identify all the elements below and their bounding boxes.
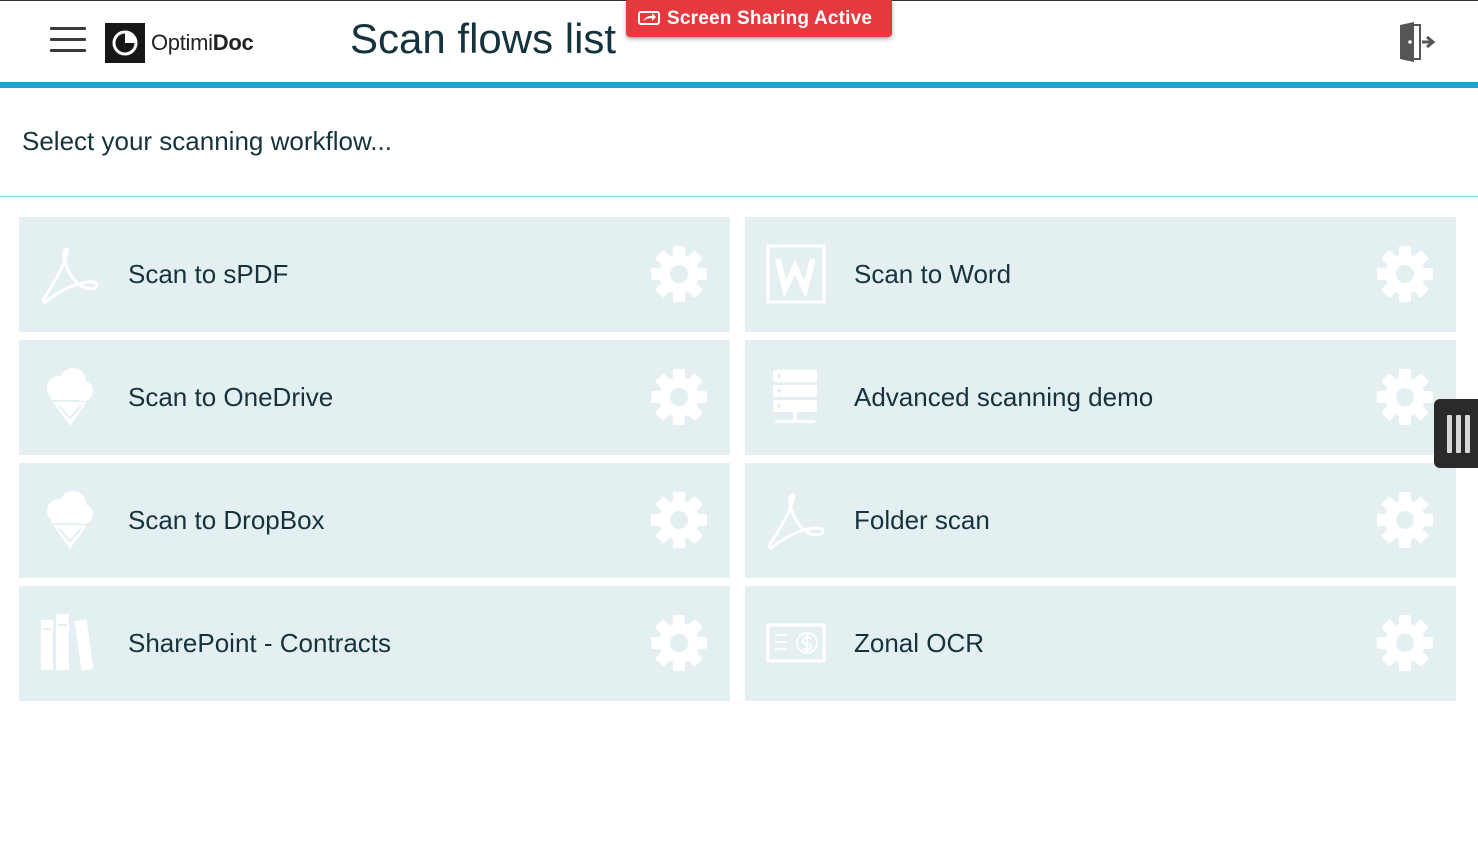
flow-tile-scan-to-spdf[interactable]: Scan to sPDF <box>19 217 730 332</box>
cloud-download-icon <box>47 368 93 426</box>
books-icon <box>41 614 94 671</box>
logo-text: OptimiDoc <box>151 30 254 55</box>
money-document-icon <box>766 623 826 663</box>
screen-share-icon <box>638 10 660 25</box>
subtitle: Select your scanning workflow... <box>22 126 392 156</box>
side-panel-handle[interactable] <box>1434 399 1478 468</box>
page-title: Scan flows list <box>350 15 617 62</box>
word-icon <box>766 244 826 304</box>
flow-tile-sharepoint-contracts[interactable]: SharePoint - Contracts <box>19 586 730 701</box>
flow-tile-scan-to-word[interactable]: Scan to Word <box>745 217 1456 332</box>
network-server-icon <box>773 370 817 423</box>
divider <box>0 196 1478 197</box>
menu-icon[interactable] <box>50 27 86 55</box>
screen-sharing-banner: Screen Sharing Active <box>626 0 892 37</box>
cloud-download-icon <box>47 491 93 549</box>
gear-icon[interactable] <box>1375 367 1435 427</box>
flow-label: Scan to DropBox <box>128 505 325 535</box>
flow-label: Scan to sPDF <box>128 259 289 289</box>
gear-icon[interactable] <box>649 613 709 673</box>
gear-icon[interactable] <box>649 244 709 304</box>
flow-label: Advanced scanning demo <box>854 382 1154 412</box>
flow-tile-advanced-scanning-demo[interactable]: Advanced scanning demo <box>745 340 1456 455</box>
flow-tile-scan-to-onedrive[interactable]: Scan to OneDrive <box>19 340 730 455</box>
flow-label: Folder scan <box>854 505 990 535</box>
logo: OptimiDoc <box>105 23 254 63</box>
flow-tile-folder-scan[interactable]: Folder scan <box>745 463 1456 578</box>
flow-tile-zonal-ocr[interactable]: Zonal OCR <box>745 586 1456 701</box>
flow-label: SharePoint - Contracts <box>128 628 392 658</box>
logout-icon[interactable] <box>1396 21 1436 63</box>
gear-icon[interactable] <box>1375 613 1435 673</box>
flow-label: Scan to OneDrive <box>128 382 334 412</box>
gear-icon[interactable] <box>649 367 709 427</box>
pdf-icon <box>768 493 825 550</box>
banner-label: Screen Sharing Active <box>667 7 873 29</box>
gear-icon[interactable] <box>649 490 709 550</box>
flow-tile-scan-to-dropbox[interactable]: Scan to DropBox <box>19 463 730 578</box>
flow-label: Scan to Word <box>854 259 1012 289</box>
gear-icon[interactable] <box>1375 490 1435 550</box>
gear-icon[interactable] <box>1375 244 1435 304</box>
flow-label: Zonal OCR <box>854 628 985 658</box>
pdf-icon <box>42 247 99 304</box>
logo-mark <box>105 23 145 63</box>
